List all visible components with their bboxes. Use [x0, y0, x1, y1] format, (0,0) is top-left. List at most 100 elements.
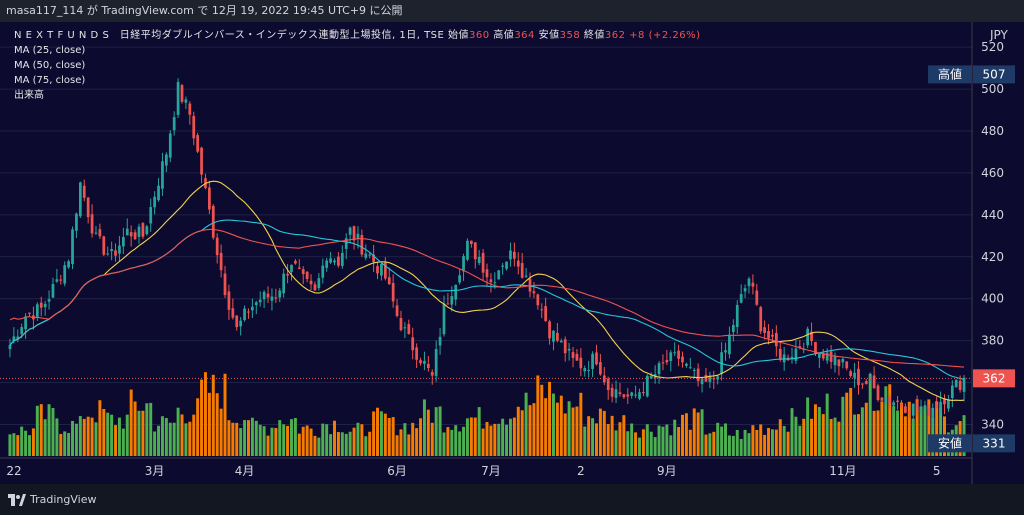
candle-body	[661, 362, 665, 364]
volume-bar	[438, 406, 442, 456]
legend-title: N E X T F U N D S 日経平均ダブルインバース・インデックス連動型…	[14, 28, 701, 43]
candle-body	[321, 265, 325, 278]
volume-bar	[665, 424, 669, 456]
volume-bar	[735, 429, 739, 456]
candle-body	[325, 260, 329, 268]
candle-body	[700, 378, 704, 385]
candle-body	[278, 290, 282, 298]
volume-bar	[387, 418, 391, 456]
volume-bar	[606, 424, 610, 456]
candle-body	[868, 379, 872, 382]
ma25-line	[9, 180, 965, 401]
candle-body	[755, 290, 759, 305]
candle-body	[556, 332, 559, 341]
currency-label: JPY	[989, 28, 1009, 42]
candle-body	[419, 360, 422, 364]
price-tick: 440	[981, 208, 1004, 222]
candle-body	[642, 392, 645, 394]
candle-body	[188, 103, 192, 115]
high-badge-label: 高値	[938, 66, 962, 81]
candle-body	[915, 402, 919, 410]
candle-body	[82, 185, 86, 198]
candle-body	[849, 371, 853, 376]
candle-body	[168, 133, 172, 158]
candle-body	[192, 115, 196, 139]
candle-body	[208, 187, 211, 210]
candle-body	[231, 308, 235, 318]
low-value: 358	[559, 30, 581, 41]
candle-body	[473, 242, 477, 260]
volume-bar	[243, 420, 247, 456]
volume-bar	[47, 404, 51, 456]
volume-bar	[31, 428, 35, 456]
candle-body	[387, 277, 391, 285]
tradingview-logo[interactable]: TradingView	[8, 493, 96, 506]
candle-body	[896, 400, 899, 402]
candle-body	[118, 245, 121, 254]
time-tick: 4月	[235, 464, 255, 478]
ma25-legend[interactable]: MA (25, close)	[14, 43, 701, 58]
ma50-legend[interactable]: MA (50, close)	[14, 58, 701, 73]
volume-bar	[415, 428, 419, 456]
volume-bar	[508, 418, 512, 456]
candle-body	[634, 394, 637, 396]
volume-bar	[325, 424, 329, 456]
candle-body	[751, 282, 755, 287]
volume-bar	[211, 374, 215, 456]
candle-body	[861, 383, 864, 385]
candle-body	[317, 278, 321, 289]
candle-body	[735, 304, 739, 328]
candle-body	[759, 307, 763, 332]
volume-bar	[215, 393, 219, 456]
volume-bar	[356, 422, 360, 456]
candle-body	[731, 324, 735, 333]
volume-bar	[434, 407, 438, 456]
volume-bar	[454, 425, 458, 456]
high-label: 高値	[493, 30, 515, 41]
candle-body	[696, 368, 700, 382]
candle-body	[270, 296, 274, 301]
candle-body	[196, 135, 200, 152]
volume-bar	[880, 401, 884, 456]
time-tick: 5	[933, 464, 941, 478]
volume-bar	[63, 431, 67, 456]
candle-body	[368, 254, 372, 256]
candle-body	[411, 337, 415, 351]
candle-body	[215, 237, 219, 256]
low-value-label: 331	[983, 436, 1006, 450]
candle-body	[172, 117, 176, 131]
volume-bar	[188, 421, 192, 456]
candle-body	[935, 404, 939, 409]
volume-bar	[329, 434, 333, 456]
volume-bar	[465, 418, 469, 456]
volume-bar	[896, 410, 900, 456]
candle-body	[59, 279, 63, 281]
volume-bar	[422, 399, 426, 456]
ma75-legend[interactable]: MA (75, close)	[14, 73, 701, 88]
volume-bar	[137, 410, 141, 456]
volume-bar	[579, 392, 583, 456]
candle-body	[884, 397, 888, 404]
candle-body	[20, 327, 24, 335]
candle-body	[778, 348, 782, 359]
candle-body	[329, 258, 332, 263]
candle-body	[931, 407, 935, 420]
candle-body	[888, 396, 892, 404]
candle-body	[919, 409, 923, 412]
volume-legend[interactable]: 出来高	[14, 88, 701, 103]
low-label: 安値	[538, 30, 560, 41]
volume-bar	[321, 423, 325, 456]
symbol-name: N E X T F U N D S 日経平均ダブルインバース・インデックス連動型…	[14, 30, 445, 41]
price-tick: 380	[981, 334, 1004, 348]
volume-bar	[587, 416, 591, 456]
volume-bar	[477, 407, 481, 456]
candle-body	[434, 349, 438, 376]
volume-bar	[786, 431, 790, 456]
candle-body	[880, 397, 884, 401]
candle-body	[145, 226, 149, 235]
time-tick: 9月	[657, 464, 677, 478]
volume-bar	[274, 428, 278, 456]
candle-body	[227, 291, 231, 310]
candle-body	[739, 293, 743, 303]
candle-body	[466, 240, 469, 260]
